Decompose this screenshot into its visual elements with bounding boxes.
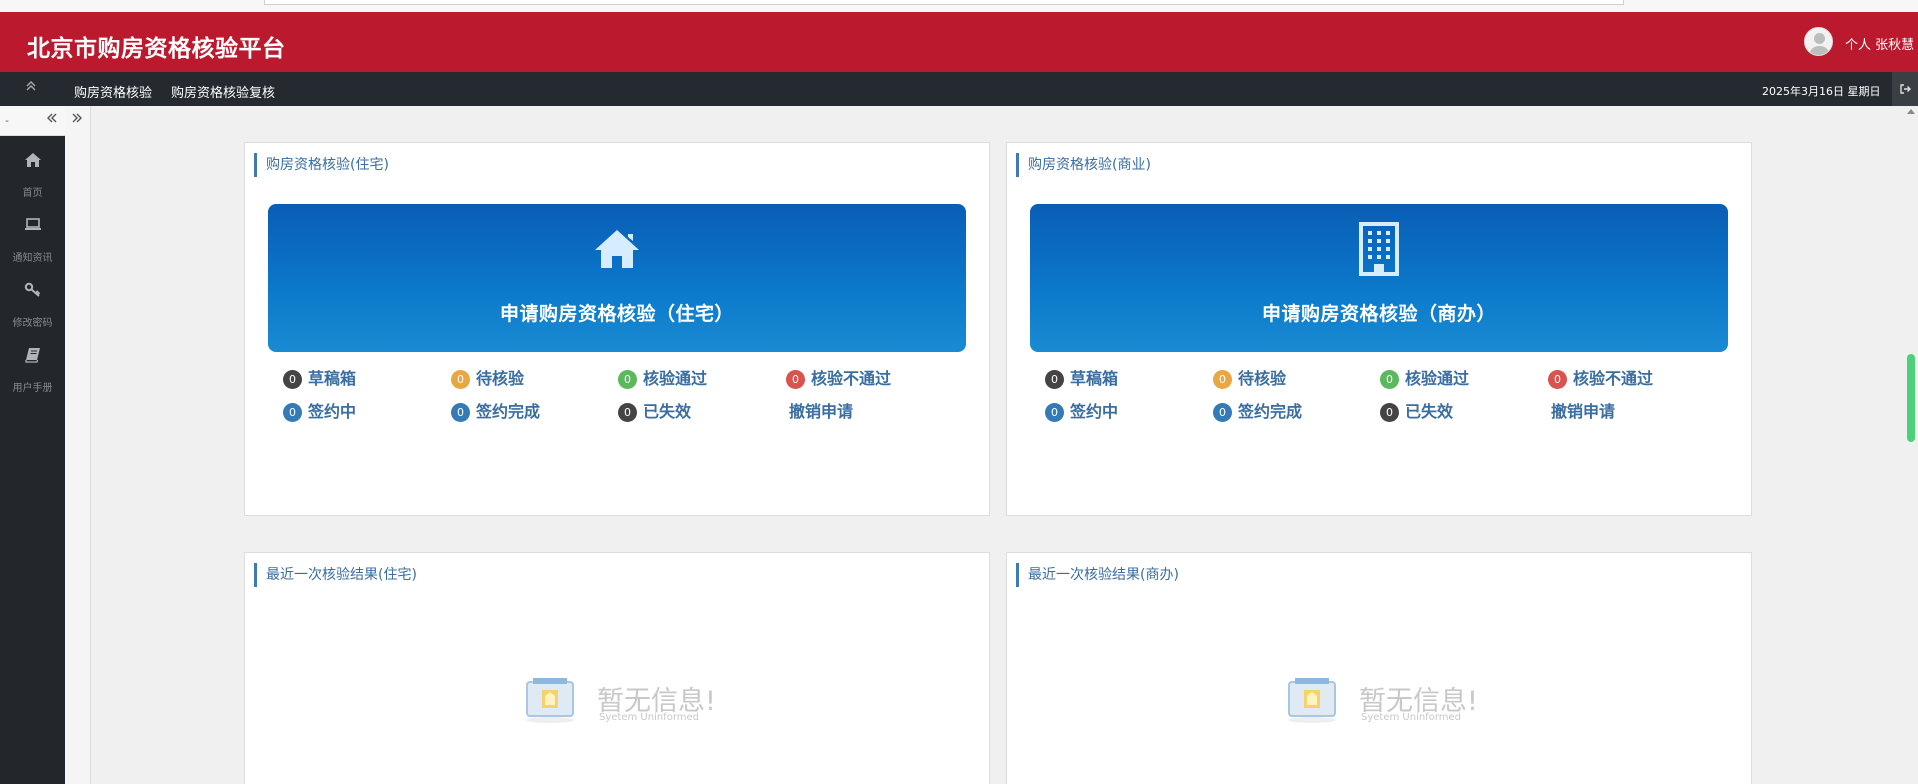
- apply-commercial-label: 申请购房资格核验（商办）: [1261, 303, 1496, 325]
- sidebar-item-label: 用户手册: [12, 383, 53, 394]
- panel-last-residential: 最近一次核验结果(住宅) 暂无信息! Syetem Uninformed: [244, 552, 990, 784]
- scroll-up-icon[interactable]: [1907, 109, 1915, 114]
- stat-draft[interactable]: 0 草稿箱: [1045, 365, 1118, 389]
- cancel-application-link[interactable]: 撤销申请: [1551, 398, 1615, 422]
- panel-title: 购房资格核验(住宅): [254, 153, 389, 177]
- empty-subtext: Syetem Uninformed: [599, 712, 699, 723]
- stat-signing[interactable]: 0 签约中: [283, 398, 356, 422]
- apply-residential-label: 申请购房资格核验（住宅）: [499, 303, 734, 325]
- stat-expired[interactable]: 0 已失效: [1380, 398, 1453, 422]
- nav-item-verify[interactable]: 购房资格核验: [74, 82, 152, 101]
- empty-box-icon: [1285, 676, 1340, 724]
- empty-state: 暂无信息! Syetem Uninformed: [1285, 676, 1485, 724]
- sidebar-toolbar: -: [0, 106, 65, 136]
- empty-state: 暂无信息! Syetem Uninformed: [523, 676, 723, 724]
- panel-title: 最近一次核验结果(住宅): [254, 563, 417, 587]
- stat-passed[interactable]: 0 核验通过: [618, 365, 707, 389]
- empty-subtext: Syetem Uninformed: [1361, 712, 1461, 723]
- cancel-application-link[interactable]: 撤销申请: [789, 398, 853, 422]
- sidebar: 首页 通知资讯 修改密码 用户手册: [0, 106, 65, 784]
- panel-last-commercial: 最近一次核验结果(商办) 暂无信息! Syetem Uninformed: [1006, 552, 1752, 784]
- sidebar-item-manual[interactable]: 用户手册: [0, 347, 65, 394]
- apply-residential-button[interactable]: 申请购房资格核验（住宅）: [268, 204, 966, 352]
- address-box[interactable]: [264, 0, 1624, 5]
- stat-passed[interactable]: 0 核验通过: [1380, 365, 1469, 389]
- stat-signed[interactable]: 0 签约完成: [1213, 398, 1302, 422]
- app-title: 北京市购房资格核验平台: [27, 36, 286, 62]
- building-icon: [1030, 222, 1728, 276]
- scrollbar-thumb[interactable]: [1907, 354, 1915, 442]
- stat-signing[interactable]: 0 签约中: [1045, 398, 1118, 422]
- top-nav: 购房资格核验 购房资格核验复核 2025年3月16日 星期日: [0, 72, 1918, 106]
- page-scrollbar[interactable]: [1904, 106, 1918, 784]
- home-icon: [0, 152, 65, 176]
- stat-failed[interactable]: 0 核验不通过: [1548, 365, 1653, 389]
- sidebar-item-label: 通知资讯: [12, 253, 53, 264]
- sidebar-item-label: 首页: [22, 188, 43, 199]
- panel-residential: 购房资格核验(住宅) 申请购房资格核验（住宅） 0 草稿箱 0 待核验 0 核验通过 …: [244, 142, 990, 516]
- sidebar-expander: [65, 106, 91, 784]
- sidebar-top-text: -: [5, 114, 9, 127]
- stat-expired[interactable]: 0 已失效: [618, 398, 691, 422]
- current-date: 2025年3月16日 星期日: [1762, 85, 1881, 98]
- panel-title: 最近一次核验结果(商办): [1016, 563, 1179, 587]
- panel-commercial: 购房资格核验(商业) 申请购房资格核验（商办） 0 草稿箱 0 待核验 0 核验通过 …: [1006, 142, 1752, 516]
- stat-signed[interactable]: 0 签约完成: [451, 398, 540, 422]
- browser-top-strip: [0, 0, 1918, 12]
- double-chevron-right-icon[interactable]: [71, 111, 83, 129]
- laptop-icon: [0, 217, 65, 241]
- sidebar-item-password[interactable]: 修改密码: [0, 282, 65, 329]
- app-header: 北京市购房资格核验平台 个人 张秋慧: [0, 12, 1918, 72]
- stat-pending[interactable]: 0 待核验: [451, 365, 524, 389]
- stat-draft[interactable]: 0 草稿箱: [283, 365, 356, 389]
- panel-title: 购房资格核验(商业): [1016, 153, 1151, 177]
- sidebar-item-news[interactable]: 通知资讯: [0, 217, 65, 264]
- sidebar-item-home[interactable]: 首页: [0, 152, 65, 199]
- apply-commercial-button[interactable]: 申请购房资格核验（商办）: [1030, 204, 1728, 352]
- stat-failed[interactable]: 0 核验不通过: [786, 365, 891, 389]
- book-icon: [0, 347, 65, 371]
- double-chevron-left-icon[interactable]: [46, 111, 58, 129]
- stat-pending[interactable]: 0 待核验: [1213, 365, 1286, 389]
- collapse-up-icon[interactable]: [25, 80, 37, 95]
- house-icon: [268, 226, 966, 276]
- key-icon: [0, 282, 65, 306]
- empty-box-icon: [523, 676, 578, 724]
- logout-icon[interactable]: [1892, 72, 1918, 106]
- user-name[interactable]: 个人 张秋慧: [1845, 34, 1914, 53]
- avatar[interactable]: [1804, 27, 1833, 56]
- nav-item-review[interactable]: 购房资格核验复核: [171, 82, 275, 101]
- sidebar-item-label: 修改密码: [12, 318, 53, 329]
